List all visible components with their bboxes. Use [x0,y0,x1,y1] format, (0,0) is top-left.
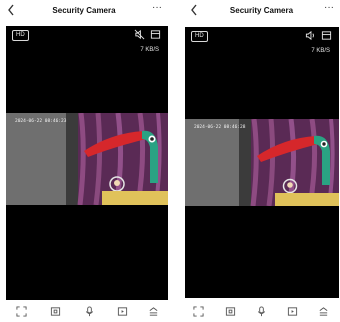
snapshot-icon[interactable] [50,306,61,317]
video-timestamp: 2024-06-22 08:46:23 [15,119,67,124]
camera-scene [185,119,339,206]
page-title: Security Camera [229,6,294,15]
record-icon[interactable] [287,306,298,317]
hd-quality-badge[interactable]: HD [191,31,208,42]
speaker-icon[interactable] [305,30,316,41]
camera-feed: 2024-06-22 08:46:23 [6,113,168,205]
microphone-icon[interactable] [84,306,95,317]
camera-feed: 2024-06-22 08:46:28 [185,119,339,206]
fullscreen-icon[interactable] [193,306,204,317]
more-options-button[interactable]: ··· [324,2,334,13]
bottom-toolbar [0,300,168,322]
camera-viewer[interactable]: HD 7 KB/S [185,27,339,298]
more-options-button[interactable]: ··· [152,2,162,13]
camera-scene [6,113,168,205]
screen-right: Security Camera ··· HD 7 KB/S 2024-06-22… [183,0,340,322]
speaker-muted-icon[interactable] [134,29,145,40]
bottom-toolbar [183,300,340,322]
data-rate: 7 KB/S [311,48,330,54]
layout-toggle-icon[interactable] [321,30,332,41]
fullscreen-icon[interactable] [16,306,27,317]
camera-viewer[interactable]: HD 7 KB/S [6,26,168,300]
hd-quality-badge[interactable]: HD [12,30,29,41]
record-icon[interactable] [117,306,128,317]
top-bar: Security Camera ··· [183,0,340,26]
snapshot-icon[interactable] [225,306,236,317]
data-rate: 7 KB/S [140,47,159,53]
menu-up-icon[interactable] [148,306,159,317]
screen-left: Security Camera ··· HD 7 KB/S 2024-06-22… [0,0,168,322]
video-timestamp: 2024-06-22 08:46:28 [194,125,246,130]
top-bar: Security Camera ··· [0,0,168,26]
microphone-icon[interactable] [256,306,267,317]
page-title: Security Camera [52,6,116,15]
layout-toggle-icon[interactable] [150,29,161,40]
menu-up-icon[interactable] [318,306,329,317]
